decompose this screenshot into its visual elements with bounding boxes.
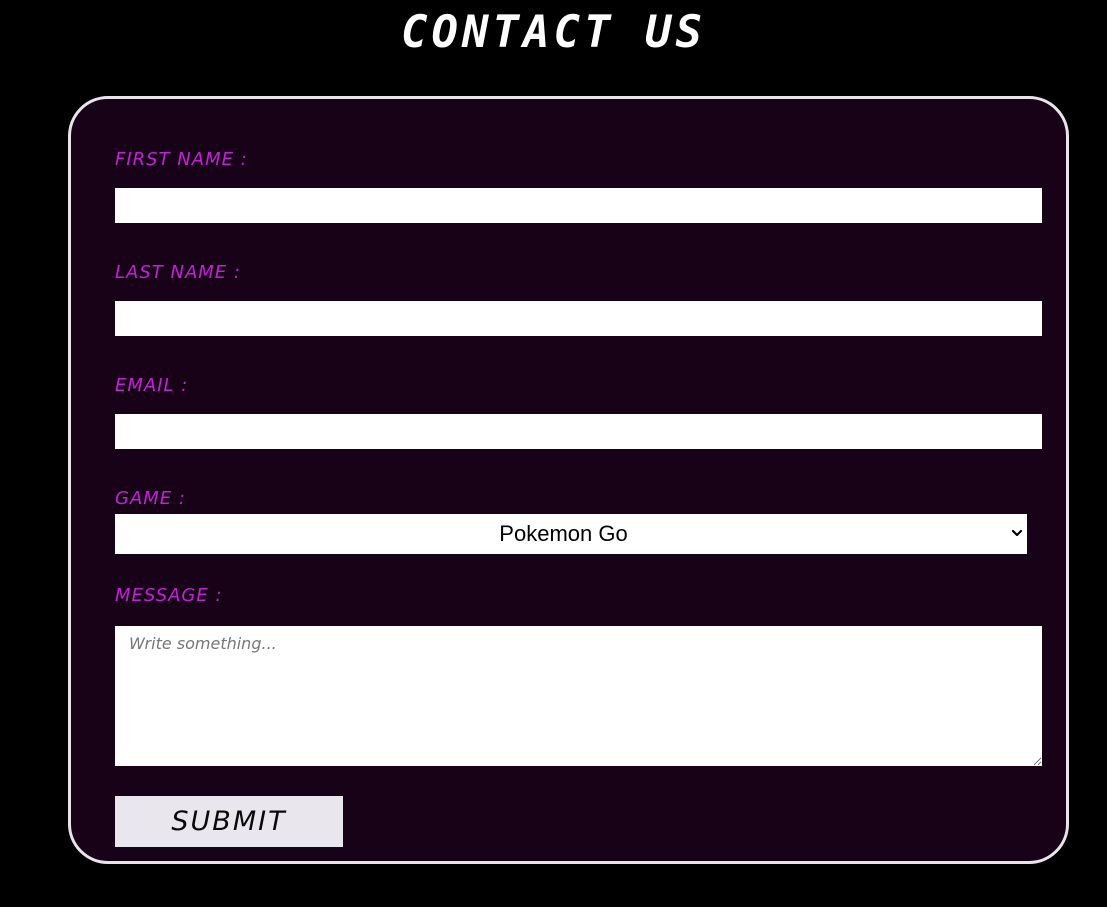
game-label: GAME : (115, 488, 186, 509)
contact-form: FIRST NAME : LAST NAME : EMAIL : GAME : … (68, 96, 1069, 864)
email-input[interactable] (115, 414, 1042, 449)
last-name-label: LAST NAME : (115, 262, 241, 283)
first-name-label: FIRST NAME : (115, 149, 248, 170)
page-title: CONTACT US (401, 7, 706, 58)
submit-button[interactable]: SUBMIT (115, 796, 343, 847)
game-select-value: Pokemon Go (499, 521, 628, 546)
last-name-input[interactable] (115, 301, 1042, 336)
message-label: MESSAGE : (115, 585, 223, 606)
chevron-down-icon (1011, 529, 1023, 537)
email-label: EMAIL : (115, 375, 189, 396)
message-textarea[interactable] (115, 626, 1042, 766)
first-name-input[interactable] (115, 188, 1042, 223)
game-select[interactable]: Pokemon Go (115, 514, 1027, 554)
